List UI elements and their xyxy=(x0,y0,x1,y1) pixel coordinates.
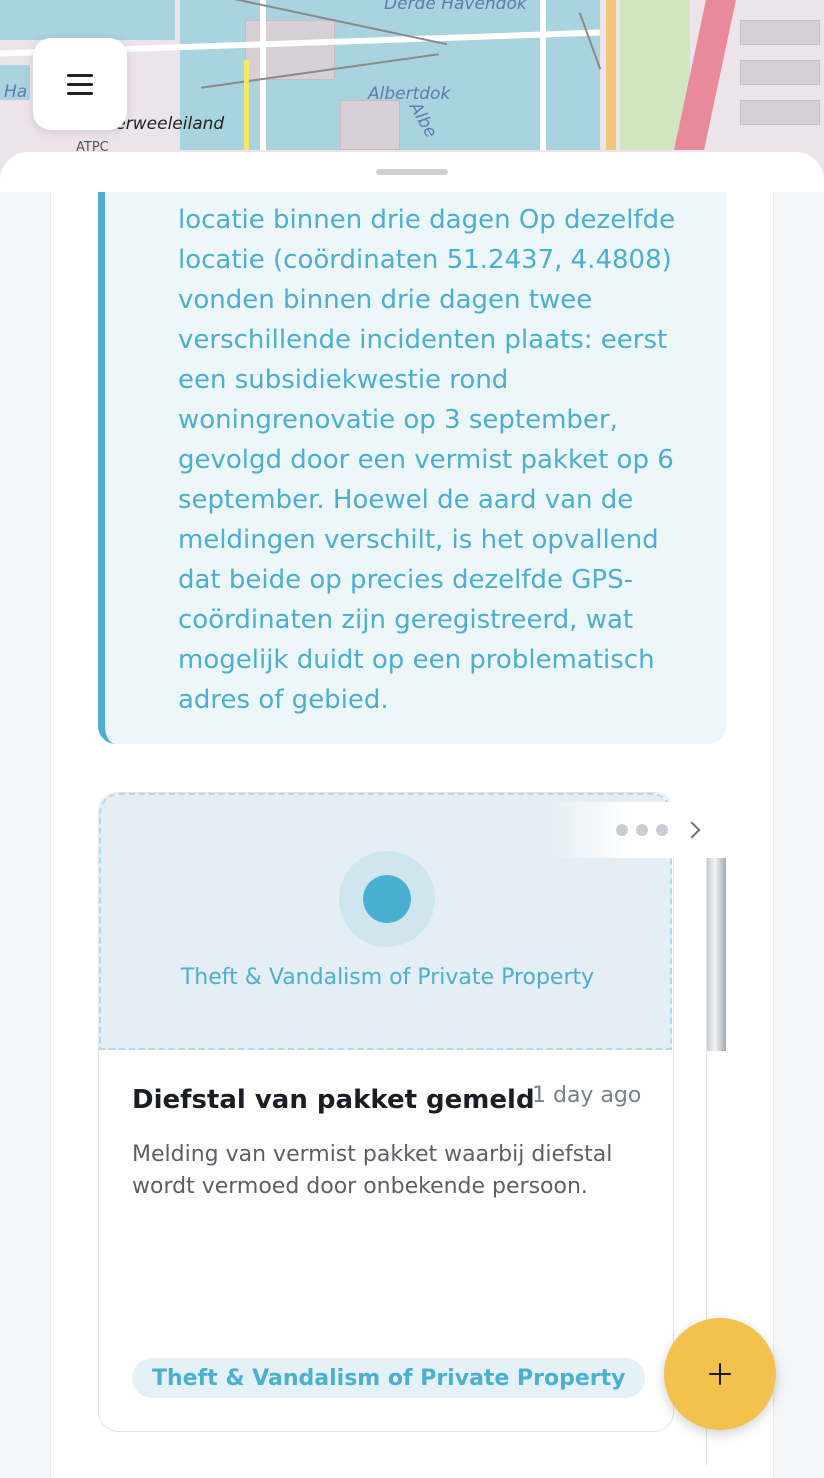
carousel-pager[interactable] xyxy=(548,802,726,858)
map-label-ha: Ha xyxy=(4,82,28,102)
quote-line: gevolgd door een vermist pakket op 6 xyxy=(178,445,674,475)
more-dots-icon xyxy=(636,824,648,836)
map-label-albertdok: Albertdok xyxy=(368,84,451,104)
more-dots-icon xyxy=(656,824,668,836)
quote-line: dat beide op precies dezelfde GPS- xyxy=(178,565,633,595)
quote-line: locatie binnen drie dagen Op dezelfde xyxy=(178,205,676,235)
card-title: Diefstal van pakket gemeld xyxy=(132,1085,535,1115)
hamburger-menu-icon xyxy=(67,74,93,95)
quote-line: een subsidiekwestie rond xyxy=(178,365,509,395)
media-category-label: Theft & Vandalism of Private Property xyxy=(180,965,595,990)
quote-line: vonden binnen drie dagen twee xyxy=(178,285,593,315)
card-description: Melding van vermist pakket waarbij diefs… xyxy=(132,1139,612,1203)
plus-icon xyxy=(709,1363,731,1385)
next-card-image xyxy=(707,857,726,1051)
category-chip[interactable]: Theft & Vandalism of Private Property xyxy=(132,1358,646,1398)
quote-line: woningrenovatie op 3 september, xyxy=(178,405,618,435)
quote-line: coördinaten zijn geregistreerd, wat xyxy=(178,605,634,635)
card-timestamp: 1 day ago xyxy=(532,1083,642,1108)
sheet-content[interactable]: locatie binnen drie dagen Op dezelfde lo… xyxy=(0,192,824,1478)
more-dots-icon xyxy=(616,824,628,836)
incident-card[interactable]: Theft & Vandalism of Private Property Di… xyxy=(98,792,674,1432)
map-label-derde-havendok: Derde Havendok xyxy=(384,0,527,14)
add-report-button[interactable] xyxy=(664,1318,776,1430)
chevron-right-icon[interactable] xyxy=(683,821,701,839)
bottom-sheet: locatie binnen drie dagen Op dezelfde lo… xyxy=(0,152,824,1478)
quote-line: mogelijk duidt op een problematisch xyxy=(178,645,655,675)
sheet-drag-handle[interactable] xyxy=(376,169,448,175)
location-pin-icon xyxy=(339,851,435,947)
menu-button[interactable] xyxy=(33,38,127,130)
quote-line: september. Hoewel de aard van de xyxy=(178,485,634,515)
card-description-line: wordt vermoed door onbekende persoon. xyxy=(132,1174,588,1199)
quote-line: meldingen verschilt, is het opvallend xyxy=(178,525,659,555)
quote-line: verschillende incidenten plaats: eerst xyxy=(178,325,668,355)
quote-line: adres of gebied. xyxy=(178,685,389,715)
quote-line: locatie (coördinaten 51.2437, 4.4808) xyxy=(178,245,672,275)
card-description-line: Melding van vermist pakket waarbij diefs… xyxy=(132,1142,613,1167)
